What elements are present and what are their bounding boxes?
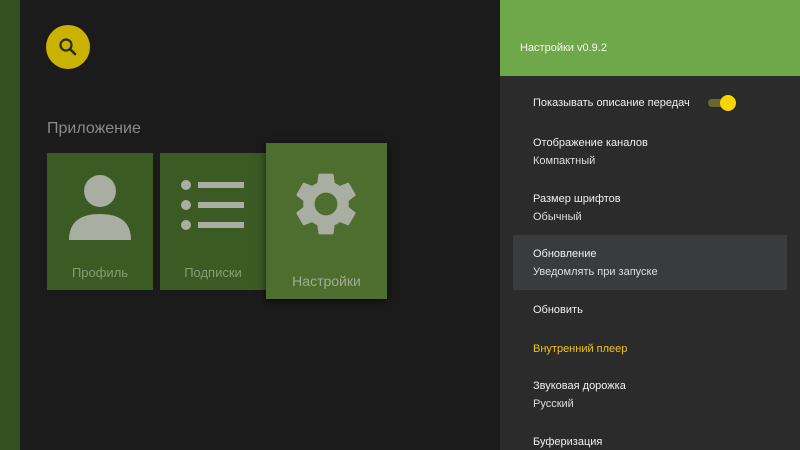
settings-header: Настройки v0.9.2 (500, 0, 800, 76)
settings-title: Настройки v0.9.2 (520, 42, 607, 54)
left-edge-strip (0, 0, 20, 450)
setting-label: Обновление (533, 248, 597, 260)
setting-buffering[interactable]: Буферизация (513, 430, 787, 450)
tile-profile[interactable]: Профиль (47, 153, 153, 290)
setting-label: Обновить (533, 304, 583, 316)
setting-label: Показывать описание передач (533, 97, 690, 109)
setting-value: Обычный (533, 211, 582, 223)
setting-internal-player[interactable]: Внутренний плеер (513, 337, 787, 365)
search-icon (59, 38, 77, 56)
setting-value: Русский (533, 398, 574, 410)
setting-refresh[interactable]: Обновить (513, 298, 787, 326)
setting-label: Размер шрифтов (533, 193, 621, 205)
list-icon (181, 180, 244, 230)
setting-label: Буферизация (533, 436, 603, 448)
tile-label: Профиль (71, 265, 129, 280)
setting-label: Отображение каналов (533, 137, 648, 149)
setting-font-size[interactable]: Размер шрифтов Обычный (513, 186, 787, 230)
setting-channel-display[interactable]: Отображение каналов Компактный (513, 130, 787, 174)
tile-label: Настройки (292, 273, 361, 289)
gear-icon (296, 173, 356, 235)
section-title: Приложение (47, 120, 141, 137)
settings-panel: Настройки v0.9.2 Показывать описание пер… (500, 0, 800, 450)
setting-value: Уведомлять при запуске (533, 266, 658, 278)
setting-update[interactable]: Обновление Уведомлять при запуске (513, 235, 787, 290)
setting-label: Внутренний плеер (533, 343, 628, 355)
tile-subscriptions[interactable]: Подписки (160, 153, 266, 290)
tile-settings[interactable]: Настройки (266, 143, 387, 299)
toggle-thumb (720, 95, 736, 111)
setting-value: Компактный (533, 155, 596, 167)
person-icon (69, 175, 131, 240)
setting-label: Звуковая дорожка (533, 380, 626, 392)
tile-label: Подписки (184, 265, 242, 280)
setting-show-descriptions[interactable]: Показывать описание передач (513, 89, 787, 117)
toggle-switch[interactable] (708, 95, 736, 111)
setting-audio-track[interactable]: Звуковая дорожка Русский (513, 373, 787, 417)
search-button[interactable] (46, 25, 90, 69)
